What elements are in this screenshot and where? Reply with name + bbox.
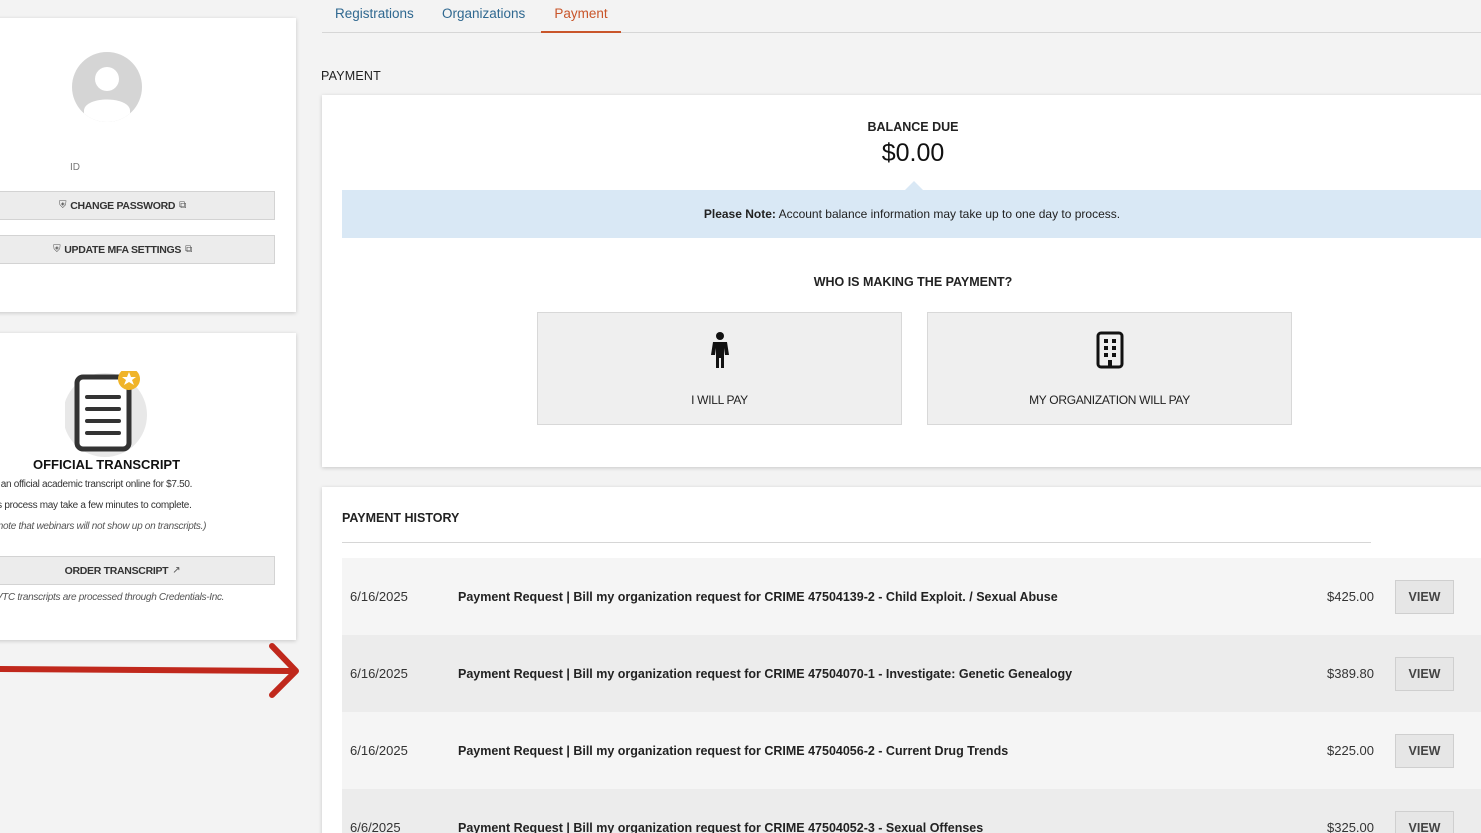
view-button[interactable]: VIEW xyxy=(1395,579,1454,614)
update-mfa-button[interactable]: ⛨ UPDATE MFA SETTINGS ⧉ xyxy=(0,235,275,264)
table-row: 6/6/2025 Payment Request | Bill my organ… xyxy=(342,789,1481,833)
payment-amount: $425.00 xyxy=(1327,589,1374,604)
divider xyxy=(342,542,1371,543)
change-password-button[interactable]: ⛨ CHANGE PASSWORD ⧉ xyxy=(0,191,275,220)
user-silhouette-icon xyxy=(84,67,130,122)
order-transcript-label: ORDER TRANSCRIPT xyxy=(64,564,169,577)
view-button[interactable]: VIEW xyxy=(1395,733,1454,768)
i-will-pay-button[interactable]: I WILL PAY xyxy=(537,312,902,425)
avatar xyxy=(72,52,142,122)
id-label: ID xyxy=(70,162,80,173)
red-arrow-annotation xyxy=(0,643,299,698)
payment-date: 6/6/2025 xyxy=(350,820,401,833)
note-text: Account balance information may take up … xyxy=(775,207,1121,221)
tab-payment[interactable]: Payment xyxy=(541,6,621,33)
table-row: 6/16/2025 Payment Request | Bill my orga… xyxy=(342,635,1481,712)
payment-card: BALANCE DUE $0.00 Please Note: Account b… xyxy=(322,95,1481,467)
change-password-label: CHANGE PASSWORD xyxy=(70,199,176,212)
transcript-document-icon xyxy=(65,371,147,457)
open-window-icon: ⧉ xyxy=(179,200,187,211)
person-icon xyxy=(710,332,729,368)
payment-description: Payment Request | Bill my organization r… xyxy=(458,589,1058,604)
organization-will-pay-label: MY ORGANIZATION WILL PAY xyxy=(1029,393,1190,407)
transcript-info-line: er an official academic transcript onlin… xyxy=(0,479,193,490)
shield-icon: ⛨ xyxy=(58,200,67,211)
tab-organizations[interactable]: Organizations xyxy=(442,6,525,21)
order-transcript-button[interactable]: ORDER TRANSCRIPT ↗ xyxy=(0,556,275,585)
view-button[interactable]: VIEW xyxy=(1395,656,1454,691)
payment-date: 6/16/2025 xyxy=(350,589,408,604)
shield-icon: ⛨ xyxy=(53,244,61,255)
view-button[interactable]: VIEW xyxy=(1395,810,1454,833)
payment-description: Payment Request | Bill my organization r… xyxy=(458,666,1073,681)
open-window-icon: ⧉ xyxy=(185,244,192,255)
payment-date: 6/16/2025 xyxy=(350,666,408,681)
external-link-icon: ↗ xyxy=(172,565,181,576)
payment-amount: $225.00 xyxy=(1327,743,1374,758)
transcript-info-line: his process may take a few minutes to co… xyxy=(0,500,192,511)
table-row: 6/16/2025 Payment Request | Bill my orga… xyxy=(342,558,1481,635)
who-is-paying-title: WHO IS MAKING THE PAYMENT? xyxy=(813,275,1013,289)
payment-amount: $389.80 xyxy=(1327,666,1374,681)
building-icon xyxy=(1096,331,1123,369)
payment-history-card: PAYMENT HISTORY 6/16/2025 Payment Reques… xyxy=(322,487,1481,833)
update-mfa-label: UPDATE MFA SETTINGS xyxy=(64,243,182,256)
transcript-title: OFFICIAL TRANSCRIPT xyxy=(32,457,181,472)
tab-registrations[interactable]: Registrations xyxy=(335,6,414,21)
profile-card: ID ⛨ CHANGE PASSWORD ⧉ ⛨ UPDATE MFA SETT… xyxy=(0,18,296,312)
organization-will-pay-button[interactable]: MY ORGANIZATION WILL PAY xyxy=(927,312,1292,425)
payment-description: Payment Request | Bill my organization r… xyxy=(458,820,984,833)
balance-due-title: BALANCE DUE xyxy=(867,120,959,134)
i-will-pay-label: I WILL PAY xyxy=(691,393,748,407)
top-tab-bar: Registrations Organizations Payment xyxy=(322,0,1481,33)
payment-date: 6/16/2025 xyxy=(350,743,408,758)
payment-section-title: PAYMENT xyxy=(321,69,381,83)
transcript-provider-note: FVTC transcripts are processed through C… xyxy=(0,592,225,603)
transcript-info-line: e note that webinars will not show up on… xyxy=(0,521,207,532)
balance-note: Please Note: Account balance information… xyxy=(342,190,1481,238)
payment-amount: $325.00 xyxy=(1327,820,1374,833)
note-bold-label: Please Note: xyxy=(703,207,776,221)
transcript-card: OFFICIAL TRANSCRIPT er an official acade… xyxy=(0,333,296,640)
payment-description: Payment Request | Bill my organization r… xyxy=(458,743,1009,758)
balance-due-amount: $0.00 xyxy=(881,139,945,167)
payment-history-title: PAYMENT HISTORY xyxy=(342,511,460,525)
table-row: 6/16/2025 Payment Request | Bill my orga… xyxy=(342,712,1481,789)
